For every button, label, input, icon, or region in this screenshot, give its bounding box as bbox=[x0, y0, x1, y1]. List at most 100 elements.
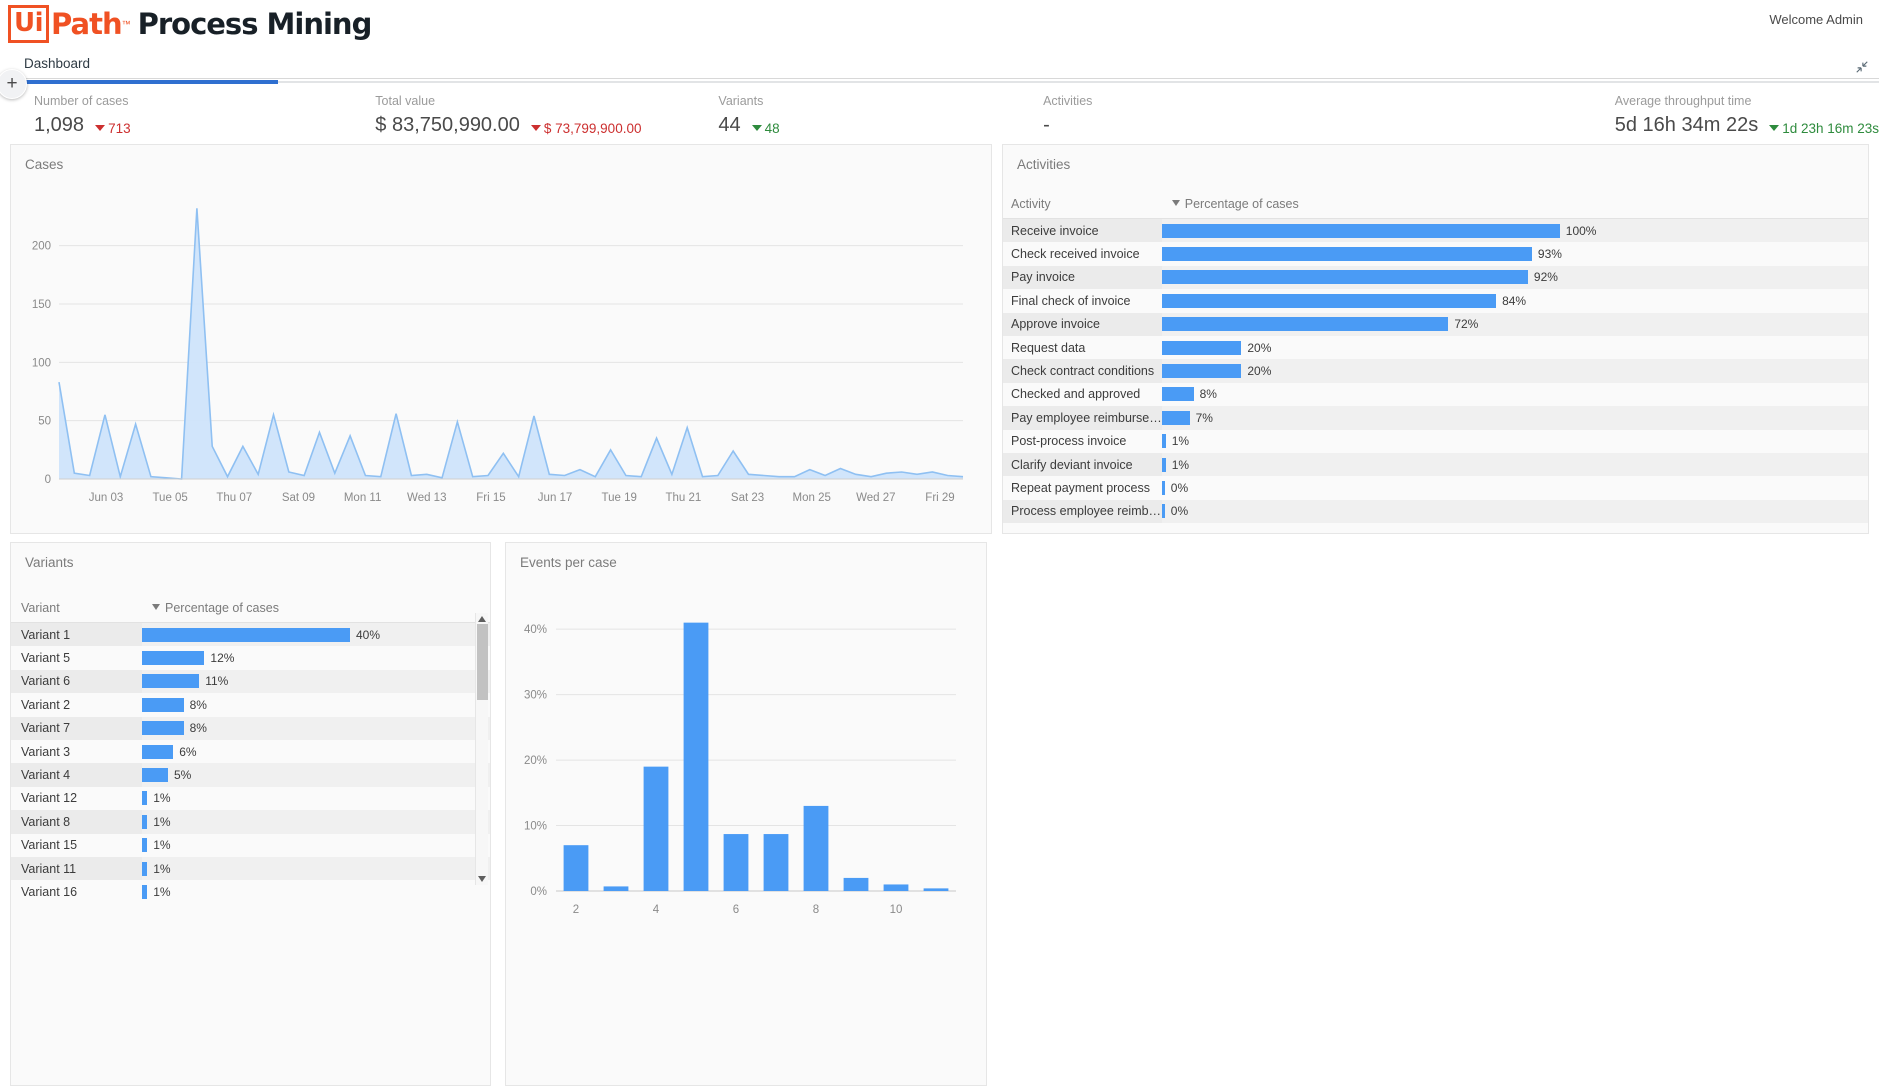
kpi-delta: 1d 23h 16m 23s bbox=[1769, 121, 1879, 136]
variant-bar-cell: 1% bbox=[142, 834, 490, 857]
scroll-up-icon[interactable] bbox=[478, 616, 486, 622]
table-row[interactable]: Variant 2 8% bbox=[11, 693, 490, 716]
variant-bar-cell: 1% bbox=[142, 810, 490, 834]
variants-scrollbar[interactable] bbox=[475, 613, 488, 885]
scroll-down-icon[interactable] bbox=[478, 876, 486, 882]
table-row[interactable]: Clarify deviant invoice 1% bbox=[1003, 452, 1868, 477]
column-variant[interactable]: Variant bbox=[11, 598, 142, 623]
logo-text-path: Path bbox=[51, 6, 123, 41]
progress-track bbox=[24, 81, 1879, 83]
table-row[interactable]: Variant 5 12% bbox=[11, 646, 490, 669]
percentage-bar bbox=[142, 721, 184, 736]
variant-name: Variant 4 bbox=[11, 763, 142, 787]
activity-bar-cell: 84% bbox=[1161, 289, 1868, 312]
table-row[interactable]: Request data 20% bbox=[1003, 336, 1868, 359]
collapse-icon[interactable] bbox=[1855, 60, 1869, 74]
table-row[interactable]: Process employee reimb… 0% bbox=[1003, 499, 1868, 524]
welcome-user-label[interactable]: Welcome Admin bbox=[1769, 12, 1863, 27]
percentage-label: 11% bbox=[205, 674, 229, 689]
percentage-label: 0% bbox=[1170, 504, 1189, 519]
percentage-bar bbox=[1161, 457, 1166, 472]
logo-mark-ui: Ui bbox=[8, 4, 50, 43]
percentage-label: 5% bbox=[174, 768, 192, 783]
events-per-case-bar-chart[interactable]: 0% 10% 20% 30% 40% 2 4 6 8 10 bbox=[506, 591, 988, 951]
kpi-label: Activities bbox=[1043, 94, 1093, 108]
percentage-bar bbox=[142, 814, 148, 829]
kpi-value: 5d 16h 34m 22s bbox=[1614, 114, 1759, 136]
variant-name: Variant 8 bbox=[11, 810, 142, 834]
percentage-label: 6% bbox=[179, 744, 197, 759]
svg-text:Sat 23: Sat 23 bbox=[731, 492, 764, 504]
activity-bar-cell: 0% bbox=[1161, 499, 1868, 524]
svg-text:Jun 17: Jun 17 bbox=[538, 492, 573, 504]
progress-fill bbox=[24, 80, 278, 84]
percentage-bar bbox=[142, 884, 148, 899]
kpi-value: 44 bbox=[718, 114, 741, 136]
percentage-bar bbox=[142, 697, 184, 712]
scrollbar-thumb[interactable] bbox=[477, 624, 488, 700]
svg-text:Jun 03: Jun 03 bbox=[89, 492, 124, 504]
bar bbox=[923, 888, 949, 891]
table-row[interactable]: Variant 12 1% bbox=[11, 787, 490, 810]
percentage-bar bbox=[142, 744, 174, 759]
column-percentage-of-cases[interactable]: Percentage of cases bbox=[142, 598, 490, 623]
cases-panel-title: Cases bbox=[25, 157, 64, 172]
table-row[interactable]: Repeat payment process 0% bbox=[1003, 476, 1868, 499]
svg-text:Tue 05: Tue 05 bbox=[152, 492, 187, 504]
svg-text:30%: 30% bbox=[524, 690, 547, 702]
table-row[interactable]: Variant 3 6% bbox=[11, 740, 490, 763]
product-title: Process Mining bbox=[137, 6, 373, 41]
table-row[interactable]: Variant 16 1% bbox=[11, 880, 490, 903]
cases-area-chart[interactable]: 0 50 100 150 200 Jun 03 Tue 05 Thu 07 Sat 09 Mon … bbox=[11, 189, 993, 529]
percentage-bar bbox=[1161, 270, 1528, 285]
percentage-label: 84% bbox=[1502, 293, 1527, 308]
arrow-down-icon bbox=[530, 125, 541, 131]
activity-name: Clarify deviant invoice bbox=[1003, 452, 1162, 477]
table-row[interactable]: Post-process invoice 1% bbox=[1003, 430, 1868, 453]
variant-name: Variant 3 bbox=[21, 744, 71, 759]
table-row[interactable]: Receive invoice 100% bbox=[1003, 218, 1868, 243]
svg-text:Wed 13: Wed 13 bbox=[407, 492, 446, 504]
percentage-label: 0% bbox=[1170, 480, 1189, 495]
table-row[interactable]: Check contract conditions 20% bbox=[1003, 359, 1868, 383]
table-row[interactable]: Variant 7 8% bbox=[11, 716, 490, 740]
table-row[interactable]: Final check of invoice 84% bbox=[1003, 289, 1868, 312]
activity-bar-cell: 20% bbox=[1161, 336, 1868, 359]
table-row[interactable]: Variant 4 5% bbox=[11, 763, 490, 787]
kpi-delta: 48 bbox=[751, 121, 780, 136]
svg-text:0%: 0% bbox=[530, 886, 547, 898]
table-row[interactable]: Variant 1 40% bbox=[11, 622, 490, 647]
sort-descending-icon bbox=[1171, 200, 1180, 206]
table-row[interactable]: Pay employee reimburse… 7% bbox=[1003, 406, 1868, 430]
column-activity[interactable]: Activity bbox=[1003, 194, 1162, 219]
percentage-bar bbox=[1161, 480, 1165, 495]
column-percentage-of-cases[interactable]: Percentage of cases bbox=[1161, 194, 1868, 219]
arrow-down-icon bbox=[95, 125, 106, 131]
table-row[interactable]: Checked and approved 8% bbox=[1003, 383, 1868, 406]
kpi-strip: Number of cases 1,098 713 Total value $ … bbox=[0, 85, 1879, 149]
activity-name: Checked and approved bbox=[1011, 387, 1141, 402]
variants-table-header: Variant Percentage of cases bbox=[11, 598, 490, 623]
progress-row: + bbox=[0, 69, 1879, 99]
kpi-variants: Variants 44 48 bbox=[714, 94, 1039, 137]
table-row[interactable]: Variant 11 1% bbox=[11, 856, 490, 881]
table-row[interactable]: Approve invoice 72% bbox=[1003, 312, 1868, 336]
activity-bar-cell: 0% bbox=[1161, 476, 1868, 499]
activity-name: Check received invoice bbox=[1011, 247, 1140, 262]
percentage-label: 7% bbox=[1195, 410, 1213, 425]
bar bbox=[803, 805, 829, 891]
activity-name: Request data bbox=[1011, 340, 1086, 355]
variant-name: Variant 16 bbox=[21, 884, 78, 899]
svg-text:10: 10 bbox=[890, 904, 903, 916]
table-row[interactable]: Pay invoice 92% bbox=[1003, 265, 1868, 290]
table-row[interactable]: Check received invoice 93% bbox=[1003, 242, 1868, 265]
svg-text:200: 200 bbox=[32, 241, 51, 253]
table-row[interactable]: Variant 8 1% bbox=[11, 810, 490, 834]
svg-text:0: 0 bbox=[45, 474, 51, 486]
events-panel-title: Events per case bbox=[520, 555, 617, 570]
svg-text:100: 100 bbox=[32, 357, 51, 369]
table-row[interactable]: Variant 6 11% bbox=[11, 669, 490, 694]
variant-bar-cell: 11% bbox=[142, 669, 490, 694]
table-row[interactable]: Variant 15 1% bbox=[11, 834, 490, 857]
activity-name: Pay invoice bbox=[1003, 265, 1162, 290]
